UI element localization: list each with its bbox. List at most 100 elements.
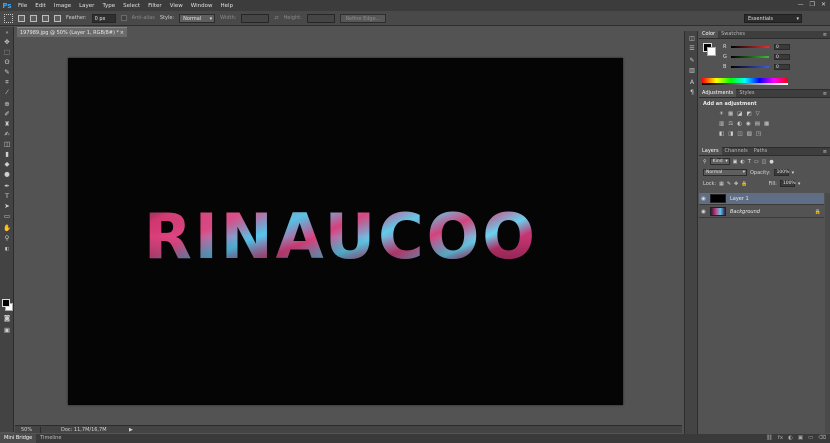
swap-icon[interactable]: ⇄ [274,15,278,21]
document-tab[interactable]: 197989.jpg @ 50% (Layer 1, RGB/8#) * × [17,27,127,37]
fx-icon[interactable]: fx [778,435,783,441]
marquee-tool-preset-icon[interactable] [4,13,13,23]
lock-image-icon[interactable]: ✎ [727,181,731,187]
tab-color[interactable]: Color [699,30,719,38]
green-slider[interactable] [731,56,769,58]
layer-row-background[interactable]: ◉ Background 🔒 [699,206,824,218]
filter-type-icon[interactable]: T [748,159,751,165]
clone-stamp-tool-icon[interactable]: ♜ [3,121,11,128]
type-tool-icon[interactable]: T [3,193,11,200]
green-value[interactable]: 0 [774,54,790,60]
healing-brush-tool-icon[interactable]: ⊕ [3,101,11,108]
subtract-selection-icon[interactable] [42,14,49,22]
hand-tool-icon[interactable]: ✋ [3,225,11,232]
screen-mode-icon[interactable]: ▣ [3,327,11,334]
style-select[interactable]: Normal [179,13,216,23]
lasso-tool-icon[interactable]: ʘ [3,59,11,66]
restore-icon[interactable]: ❐ [810,1,815,8]
tab-layers[interactable]: Layers [699,147,722,155]
filter-shape-icon[interactable]: ▭ [754,159,759,165]
panel-collapse-icon[interactable]: » [3,30,11,37]
intersect-selection-icon[interactable] [54,14,61,22]
black-white-icon[interactable]: ◐ [737,121,742,127]
trash-icon[interactable]: ⌫ [818,435,826,441]
menu-file[interactable]: File [14,3,31,9]
new-selection-icon[interactable] [18,14,25,22]
invert-icon[interactable]: ◧ [719,131,724,137]
curves-icon[interactable]: ◪ [737,111,742,117]
document-canvas[interactable]: RINAUCOO RINAUCOO [68,58,623,405]
menu-window[interactable]: Window [187,3,217,9]
red-value[interactable]: 0 [774,44,790,50]
filter-smart-object-icon[interactable]: ◫ [762,159,767,165]
fill-arrow-icon[interactable]: ▾ [798,181,801,187]
status-menu-icon[interactable]: ▶ [129,427,133,433]
visibility-eye-icon[interactable]: ◉ [699,209,708,215]
tab-timeline[interactable]: Timeline [36,434,65,443]
eyedropper-tool-icon[interactable]: ⁄ [3,89,11,96]
blue-slider[interactable] [731,66,769,68]
shape-tool-icon[interactable]: ▭ [3,213,11,220]
default-colors-icon[interactable]: ◧ [3,246,11,253]
adjustments-menu-icon[interactable]: ≡ [823,90,827,98]
vibrance-icon[interactable]: ▽ [756,111,760,117]
add-selection-icon[interactable] [30,14,37,22]
antialias-checkbox[interactable] [120,15,127,21]
layer-name[interactable]: Background [730,209,760,215]
workspace-select[interactable]: Essentials [744,14,802,23]
foreground-color-swatch[interactable] [2,299,10,307]
quick-select-tool-icon[interactable]: ✎ [3,69,11,76]
menu-filter[interactable]: Filter [144,3,166,9]
levels-icon[interactable]: ▦ [728,111,733,117]
filter-toggle-icon[interactable]: ● [769,159,773,165]
zoom-level[interactable]: 50% [15,426,41,433]
grayscale-ramp[interactable] [702,83,788,85]
refine-edge-button[interactable]: Refine Edge... [339,13,387,23]
hue-saturation-icon[interactable]: ▥ [719,121,724,127]
tab-paths[interactable]: Paths [751,147,771,155]
link-layers-icon[interactable]: ⛓ [766,435,773,441]
menu-edit[interactable]: Edit [31,3,50,9]
menu-type[interactable]: Type [98,3,119,9]
character-panel-icon[interactable]: A [688,79,696,86]
eraser-tool-icon[interactable]: ◫ [3,141,11,148]
paragraph-panel-icon[interactable]: ¶ [688,89,696,96]
tab-channels[interactable]: Channels [722,147,751,155]
layers-scrollbar[interactable] [825,193,830,433]
history-brush-tool-icon[interactable]: ✍ [3,131,11,138]
crop-tool-icon[interactable]: ⌗ [3,79,11,86]
dodge-tool-icon[interactable]: ● [3,171,11,178]
menu-view[interactable]: View [166,3,187,9]
menu-image[interactable]: Image [50,3,75,9]
panel-menu-icon[interactable]: ≡ [823,31,827,39]
color-balance-icon[interactable]: ⚖ [728,121,733,127]
posterize-icon[interactable]: ◨ [728,131,733,137]
photo-filter-icon[interactable]: ◉ [746,121,751,127]
blue-value[interactable]: 0 [774,64,790,70]
layer-mask-icon[interactable]: ◐ [788,435,793,441]
menu-select[interactable]: Select [119,3,144,9]
visibility-eye-icon[interactable]: ◉ [699,196,708,202]
tab-adjustments[interactable]: Adjustments [699,89,737,97]
brightness-contrast-icon[interactable]: ☀ [719,111,724,117]
kind-select[interactable]: Kind [709,158,730,165]
lock-all-icon[interactable]: 🔒 [741,181,747,187]
new-group-icon[interactable]: ▣ [798,435,803,441]
brush-tool-icon[interactable]: ✐ [3,111,11,118]
color-bg-swatch[interactable] [707,47,716,56]
fill-input[interactable]: 100% [779,180,796,187]
height-input[interactable] [306,13,335,23]
minimize-icon[interactable]: — [798,1,804,8]
menu-layer[interactable]: Layer [75,3,98,9]
layers-menu-icon[interactable]: ≡ [823,148,827,156]
marquee-tool-icon[interactable]: ⬚ [3,49,11,56]
filter-pixel-icon[interactable]: ▣ [733,159,738,165]
brush-presets-icon[interactable]: ▥ [688,67,696,74]
blend-mode-select[interactable]: Normal [703,169,747,176]
tab-mini-bridge[interactable]: Mini Bridge [0,434,37,443]
red-slider[interactable] [731,46,769,48]
color-lookup-icon[interactable]: ▦ [764,121,769,127]
filter-adjustment-icon[interactable]: ◐ [740,159,744,165]
lock-transparent-icon[interactable]: ▦ [719,181,724,187]
gradient-map-icon[interactable]: ▨ [747,131,752,137]
